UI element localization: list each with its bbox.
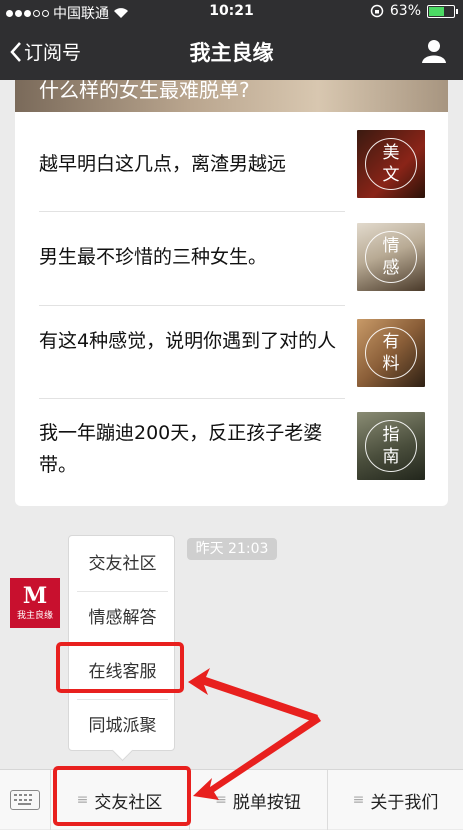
arrow-to-customer-service bbox=[188, 668, 318, 722]
arrow-to-community bbox=[193, 715, 321, 800]
annotation-arrows bbox=[188, 668, 321, 800]
